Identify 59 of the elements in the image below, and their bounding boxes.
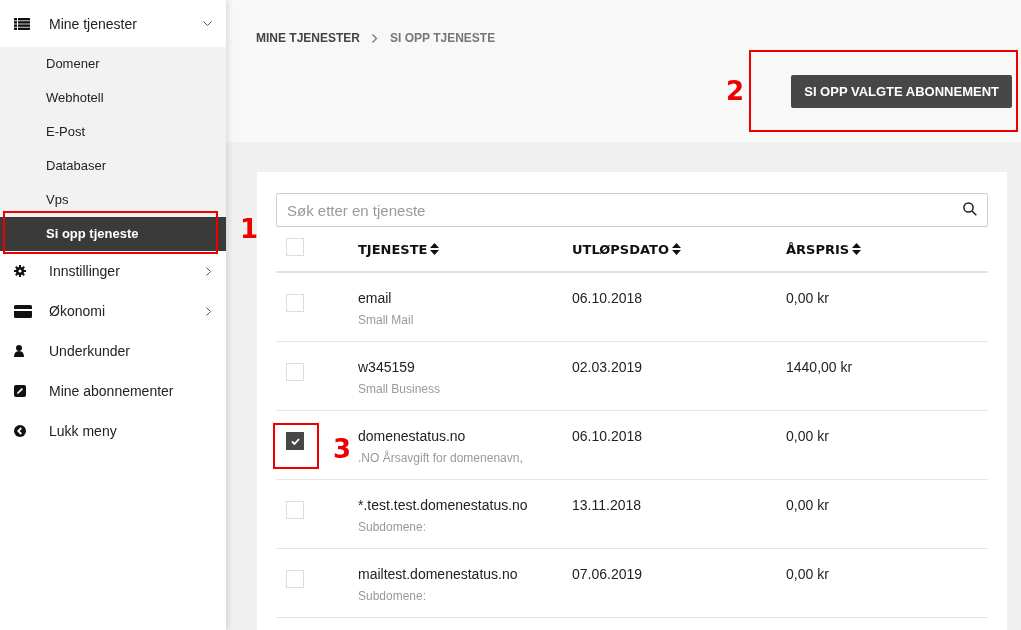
menu-item[interactable]: Økonomi — [0, 291, 226, 331]
cancel-subscriptions-button[interactable]: SI OPP VALGTE ABONNEMENT — [791, 75, 1012, 108]
back-circle-icon — [14, 425, 26, 437]
search-field[interactable]: Søk etter en tjeneste — [276, 193, 988, 227]
column-header[interactable]: TJENESTE — [358, 241, 572, 257]
step-number: 3 — [333, 434, 352, 464]
breadcrumb-link[interactable]: MINE TJENESTER — [256, 31, 360, 45]
user-icon — [14, 345, 24, 357]
check-icon — [290, 437, 300, 445]
annual-price: 1440,00 kr — [786, 359, 854, 375]
service-name: email — [358, 290, 393, 306]
submenu-item[interactable]: Domener — [0, 47, 226, 81]
chevron-right-icon — [372, 33, 378, 43]
sort-icon — [671, 243, 681, 255]
service-name: w345159 — [358, 359, 416, 375]
settings-icon — [14, 265, 26, 277]
service-description: Small Business — [358, 382, 442, 396]
menu-item[interactable]: Lukk meny — [0, 411, 226, 451]
service-description: Subdomene: — [358, 520, 428, 534]
breadcrumb-current: SI OPP TJENESTE — [390, 31, 496, 45]
step-number: 1 — [240, 214, 259, 244]
menu-item[interactable]: Mine abonnementer — [0, 371, 226, 411]
annual-price: 0,00 kr — [786, 566, 830, 582]
highlight-frame — [273, 423, 319, 469]
expiry-date: 13.11.2018 — [572, 497, 643, 513]
annual-price: 0,00 kr — [786, 497, 830, 513]
service-name: *.test.test.domenestatus.no — [358, 497, 529, 513]
service-description: .NO Årsavgift for domenenavn, — [358, 451, 524, 465]
chevron-down-icon — [203, 20, 212, 27]
credit-card-icon — [14, 304, 32, 318]
annual-price: 0,00 kr — [786, 290, 830, 306]
menu-item[interactable]: Innstillinger — [0, 251, 226, 291]
menu-item[interactable]: Underkunder — [0, 331, 226, 371]
checkbox[interactable] — [286, 432, 304, 450]
expiry-date: 06.10.2018 — [572, 428, 644, 444]
edit-icon — [14, 385, 26, 397]
step-number: 2 — [726, 76, 745, 106]
service-name: domenestatus.no — [358, 428, 467, 444]
expiry-date: 07.06.2019 — [572, 566, 644, 582]
service-description: Small Mail — [358, 313, 415, 327]
service-description: Subdomene: — [358, 589, 428, 603]
submenu-item[interactable]: Si opp tjeneste — [0, 217, 226, 251]
submenu-item[interactable]: Webhotell — [0, 81, 226, 115]
chevron-right-icon — [206, 306, 212, 316]
sort-icon — [852, 243, 862, 255]
chevron-right-icon — [206, 266, 212, 276]
search-icon — [963, 202, 977, 216]
menu-item[interactable]: Mine tjenester — [0, 0, 226, 47]
submenu-item[interactable]: Vps — [0, 183, 226, 217]
column-header[interactable]: UTLØPSDATO — [572, 241, 786, 257]
column-header[interactable]: ÅRSPRIS — [786, 241, 988, 257]
service-name: mailtest.domenestatus.no — [358, 566, 519, 582]
expiry-date: 02.03.2019 — [572, 359, 644, 375]
submenu-item[interactable]: Databaser — [0, 149, 226, 183]
expiry-date: 06.10.2018 — [572, 290, 644, 306]
annual-price: 0,00 kr — [786, 428, 830, 444]
sort-icon — [430, 243, 440, 255]
submenu-item[interactable]: E-Post — [0, 115, 226, 149]
list-icon — [14, 17, 30, 30]
